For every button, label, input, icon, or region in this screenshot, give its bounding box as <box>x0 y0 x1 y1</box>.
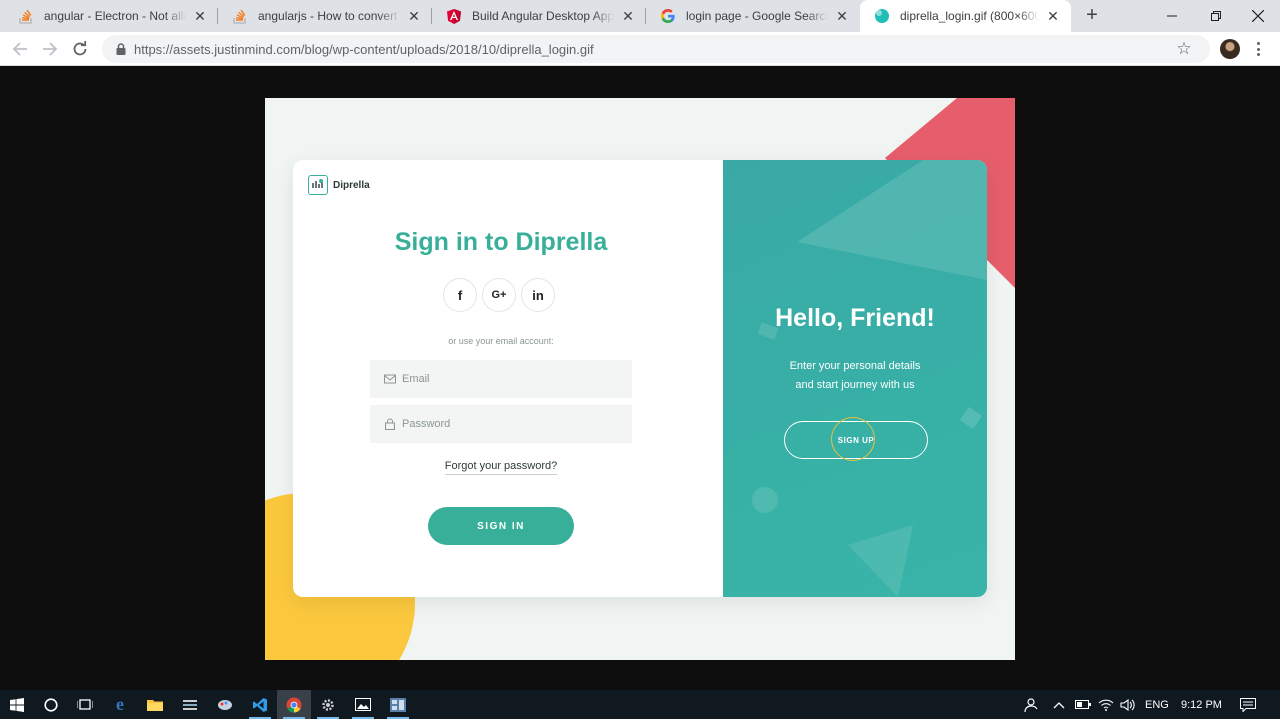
signin-button[interactable]: SIGN IN <box>428 507 574 545</box>
tab-title: angular - Electron - Not allowed to load… <box>44 9 186 23</box>
angular-icon <box>446 8 462 24</box>
google-plus-button[interactable]: G+ <box>482 278 516 312</box>
battery-icon[interactable] <box>1075 690 1091 719</box>
signup-panel: Hello, Friend! Enter your personal detai… <box>723 160 987 597</box>
back-icon[interactable] <box>8 37 32 61</box>
panel-subtext-line-1: Enter your personal details <box>789 360 921 372</box>
signin-title: Sign in to Diprella <box>394 228 608 256</box>
tab-2[interactable]: angularjs - How to convert Angular app t… <box>218 0 432 32</box>
tab-title: angularjs - How to convert Angular app t… <box>258 9 400 23</box>
forgot-password-link[interactable]: Forgot your password? <box>293 460 709 475</box>
email-placeholder: Email <box>402 373 430 385</box>
search-circle-icon[interactable] <box>34 690 68 719</box>
language-indicator[interactable]: ENG <box>1145 690 1169 719</box>
or-email-text: or use your email account: <box>448 336 554 346</box>
photos-icon[interactable] <box>346 690 380 719</box>
stackoverflow-icon <box>18 8 34 24</box>
tab-strip: angular - Electron - Not allowed to load… <box>0 0 1280 32</box>
people-icon[interactable] <box>1024 690 1044 719</box>
cursor-highlight <box>831 417 875 461</box>
tab-4[interactable]: login page - Google Search ✕ <box>646 0 860 32</box>
close-icon[interactable]: ✕ <box>620 8 636 24</box>
login-card: Diprella Sign in to Diprella f G+ in or … <box>293 160 987 597</box>
close-icon[interactable]: ✕ <box>834 8 850 24</box>
close-window-icon[interactable] <box>1236 0 1280 32</box>
reload-icon[interactable] <box>68 37 92 61</box>
taskbar: e ENG 9:12 PM <box>0 690 1280 719</box>
brand-name: Diprella <box>333 179 370 191</box>
panel-heading: Hello, Friend! <box>775 304 935 332</box>
email-field[interactable]: Email <box>370 360 632 398</box>
close-icon[interactable]: ✕ <box>1045 8 1061 24</box>
browser-toolbar: https://assets.justinmind.com/blog/wp-co… <box>0 32 1280 66</box>
windows-start-icon[interactable] <box>0 690 34 719</box>
image-icon <box>874 8 890 24</box>
panel-subtext-line-2: and start journey with us <box>795 379 915 391</box>
app-icon-palette[interactable] <box>208 690 242 719</box>
vscode-icon[interactable] <box>243 690 277 719</box>
lock-icon <box>116 43 126 55</box>
forgot-password-text: Forgot your password? <box>444 460 558 475</box>
lock-icon <box>385 418 395 430</box>
tab-1[interactable]: angular - Electron - Not allowed to load… <box>4 0 218 32</box>
linkedin-button[interactable]: in <box>521 278 555 312</box>
mail-icon <box>384 374 396 384</box>
tab-title: Build Angular Desktop Apps With Electron <box>472 9 614 23</box>
tab-title: diprella_login.gif (800×600) <box>900 9 1039 23</box>
volume-icon[interactable] <box>1120 690 1136 719</box>
wifi-icon[interactable] <box>1098 690 1114 719</box>
tab-3[interactable]: Build Angular Desktop Apps With Electron… <box>432 0 646 32</box>
restore-icon[interactable] <box>1194 0 1238 32</box>
google-icon <box>660 8 676 24</box>
chrome-icon[interactable] <box>277 690 311 719</box>
clock[interactable]: 9:12 PM <box>1181 690 1222 719</box>
panel-subtext: Enter your personal details and start jo… <box>723 357 987 395</box>
task-view-icon[interactable] <box>68 690 102 719</box>
menu-icon[interactable] <box>1252 40 1264 58</box>
chevron-up-icon[interactable] <box>1053 690 1065 719</box>
forward-icon[interactable] <box>38 37 62 61</box>
brand-logo: Diprella <box>308 175 370 195</box>
close-icon[interactable]: ✕ <box>406 8 422 24</box>
tab-5-active[interactable]: diprella_login.gif (800×600) ✕ <box>860 0 1071 32</box>
password-placeholder: Password <box>402 418 451 430</box>
app-window-icon[interactable] <box>381 690 415 719</box>
file-explorer-icon[interactable] <box>138 690 172 719</box>
password-field[interactable]: Password <box>370 405 632 443</box>
tab-title: login page - Google Search <box>686 9 828 23</box>
minimize-icon[interactable] <box>1150 0 1194 32</box>
close-icon[interactable]: ✕ <box>192 8 208 24</box>
diprella-logo-icon <box>308 175 328 195</box>
profile-avatar[interactable] <box>1220 39 1240 59</box>
facebook-button[interactable]: f <box>443 278 477 312</box>
new-tab-button[interactable]: + <box>1080 4 1104 28</box>
stackoverflow-icon <box>232 8 248 24</box>
app-icon-stack[interactable] <box>173 690 207 719</box>
address-bar[interactable]: https://assets.justinmind.com/blog/wp-co… <box>102 35 1210 63</box>
login-image: Diprella Sign in to Diprella f G+ in or … <box>265 98 1015 660</box>
settings-gear-icon[interactable] <box>311 690 345 719</box>
edge-icon[interactable]: e <box>103 690 137 719</box>
notification-icon[interactable] <box>1240 690 1256 719</box>
bookmark-star-icon[interactable]: ☆ <box>1174 39 1194 59</box>
url-text: https://assets.justinmind.com/blog/wp-co… <box>134 41 594 57</box>
